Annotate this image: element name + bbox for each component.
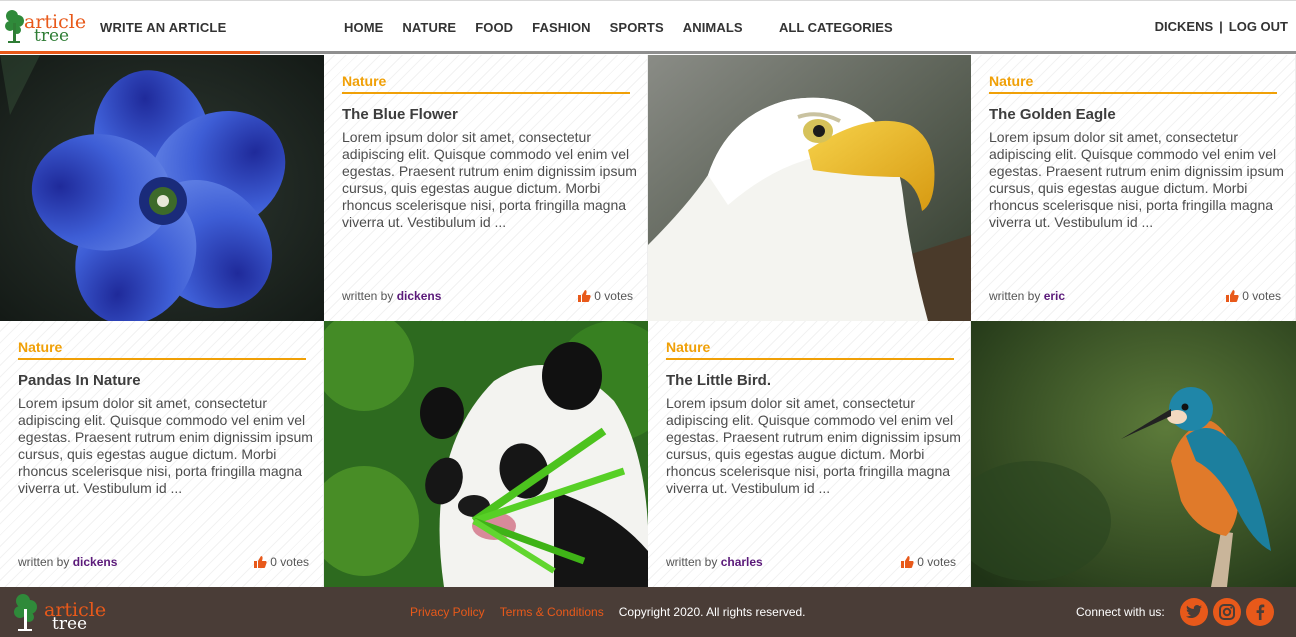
article-meta: written by charles 0 votes — [666, 555, 956, 569]
header-accent-divider — [0, 51, 260, 54]
vote-control[interactable]: 0 votes — [254, 555, 309, 569]
written-by-label: written by — [989, 289, 1041, 303]
copyright-text: Copyright 2020. All rights reserved. — [618, 605, 806, 619]
article-card: Nature Pandas In Nature Lorem ipsum dolo… — [0, 321, 324, 587]
twitter-icon — [1186, 605, 1202, 618]
article-byline: written by dickens — [18, 555, 117, 569]
vote-count: 0 votes — [1242, 289, 1281, 303]
article-title[interactable]: The Golden Eagle — [989, 106, 1277, 123]
article-excerpt: Lorem ipsum dolor sit amet, consectetur … — [666, 395, 961, 496]
thumbs-up-icon[interactable] — [578, 290, 591, 302]
terms-link[interactable]: Terms & Conditions — [500, 605, 604, 619]
nav-home[interactable]: HOME — [344, 20, 383, 35]
article-category[interactable]: Nature — [666, 339, 954, 360]
all-categories-link[interactable]: ALL CATEGORIES — [779, 20, 893, 35]
article-category[interactable]: Nature — [342, 73, 630, 94]
site-logo[interactable]: article tree — [4, 7, 92, 45]
written-by-label: written by — [666, 555, 718, 569]
article-image-kingfisher[interactable] — [971, 321, 1296, 587]
thumbs-up-icon[interactable] — [1226, 290, 1239, 302]
vote-control[interactable]: 0 votes — [1226, 289, 1281, 303]
article-image-panda[interactable] — [324, 321, 648, 587]
nav-sports[interactable]: SPORTS — [610, 20, 664, 35]
tree-logo-icon — [5, 10, 24, 43]
article-excerpt: Lorem ipsum dolor sit amet, consectetur … — [989, 129, 1284, 230]
article-title[interactable]: Pandas In Nature — [18, 372, 305, 389]
vote-control[interactable]: 0 votes — [901, 555, 956, 569]
article-meta: written by eric 0 votes — [989, 289, 1281, 303]
connect-label: Connect with us: — [1076, 605, 1165, 619]
facebook-icon — [1256, 604, 1265, 620]
article-image-blue-flower[interactable] — [0, 55, 324, 321]
article-grid: Nature The Blue Flower Lorem ipsum dolor… — [0, 55, 1296, 587]
written-by-label: written by — [342, 289, 394, 303]
facebook-button[interactable] — [1246, 598, 1274, 626]
article-byline: written by eric — [989, 289, 1065, 303]
article-card: Nature The Little Bird. Lorem ipsum dolo… — [648, 321, 971, 587]
article-image-eagle[interactable] — [648, 55, 971, 321]
twitter-button[interactable] — [1180, 598, 1208, 626]
privacy-policy-link[interactable]: Privacy Policy — [410, 605, 485, 619]
article-category[interactable]: Nature — [989, 73, 1277, 94]
article-excerpt: Lorem ipsum dolor sit amet, consectetur … — [342, 129, 637, 230]
author-link[interactable]: eric — [1044, 289, 1065, 303]
article-meta: written by dickens 0 votes — [342, 289, 633, 303]
vote-count: 0 votes — [917, 555, 956, 569]
thumbs-up-icon[interactable] — [901, 556, 914, 568]
eagle-image — [648, 55, 971, 321]
author-link[interactable]: dickens — [397, 289, 442, 303]
nav-fashion[interactable]: FASHION — [532, 20, 590, 35]
thumbs-up-icon[interactable] — [254, 556, 267, 568]
instagram-button[interactable] — [1213, 598, 1241, 626]
article-card: Nature The Blue Flower Lorem ipsum dolor… — [324, 55, 648, 321]
user-separator: | — [1219, 19, 1223, 34]
kingfisher-image — [971, 321, 1296, 587]
article-title[interactable]: The Blue Flower — [342, 106, 629, 123]
footer-logo-word-tree: tree — [52, 614, 88, 634]
author-link[interactable]: charles — [721, 555, 763, 569]
logo-word-tree: tree — [34, 26, 70, 46]
article-meta: written by dickens 0 votes — [18, 555, 309, 569]
footer-logo[interactable]: article tree — [12, 591, 112, 634]
nav-food[interactable]: FOOD — [475, 20, 513, 35]
panda-image — [324, 321, 648, 587]
article-byline: written by charles — [666, 555, 763, 569]
vote-count: 0 votes — [594, 289, 633, 303]
tree-logo-icon — [14, 594, 37, 631]
logout-link[interactable]: LOG OUT — [1229, 19, 1288, 34]
user-menu: DICKENS | LOG OUT — [1155, 19, 1288, 34]
nav-nature[interactable]: NATURE — [402, 20, 456, 35]
article-byline: written by dickens — [342, 289, 441, 303]
article-card: Nature The Golden Eagle Lorem ipsum dolo… — [971, 55, 1296, 321]
nav-animals[interactable]: ANIMALS — [683, 20, 743, 35]
main-nav: HOME NATURE FOOD FASHION SPORTS ANIMALS — [344, 20, 762, 35]
username-link[interactable]: DICKENS — [1155, 19, 1214, 34]
instagram-icon — [1219, 604, 1235, 620]
vote-control[interactable]: 0 votes — [578, 289, 633, 303]
written-by-label: written by — [18, 555, 70, 569]
author-link[interactable]: dickens — [73, 555, 118, 569]
top-navbar: article tree WRITE AN ARTICLE HOME NATUR… — [0, 0, 1296, 54]
article-excerpt: Lorem ipsum dolor sit amet, consectetur … — [18, 395, 313, 496]
vote-count: 0 votes — [270, 555, 309, 569]
article-category[interactable]: Nature — [18, 339, 306, 360]
write-article-link[interactable]: WRITE AN ARTICLE — [100, 20, 226, 35]
footer-links: Privacy Policy Terms & Conditions Copyri… — [410, 605, 806, 619]
article-title[interactable]: The Little Bird. — [666, 372, 952, 389]
blue-flower-image — [0, 55, 324, 321]
site-footer: article tree Privacy Policy Terms & Cond… — [0, 587, 1296, 637]
